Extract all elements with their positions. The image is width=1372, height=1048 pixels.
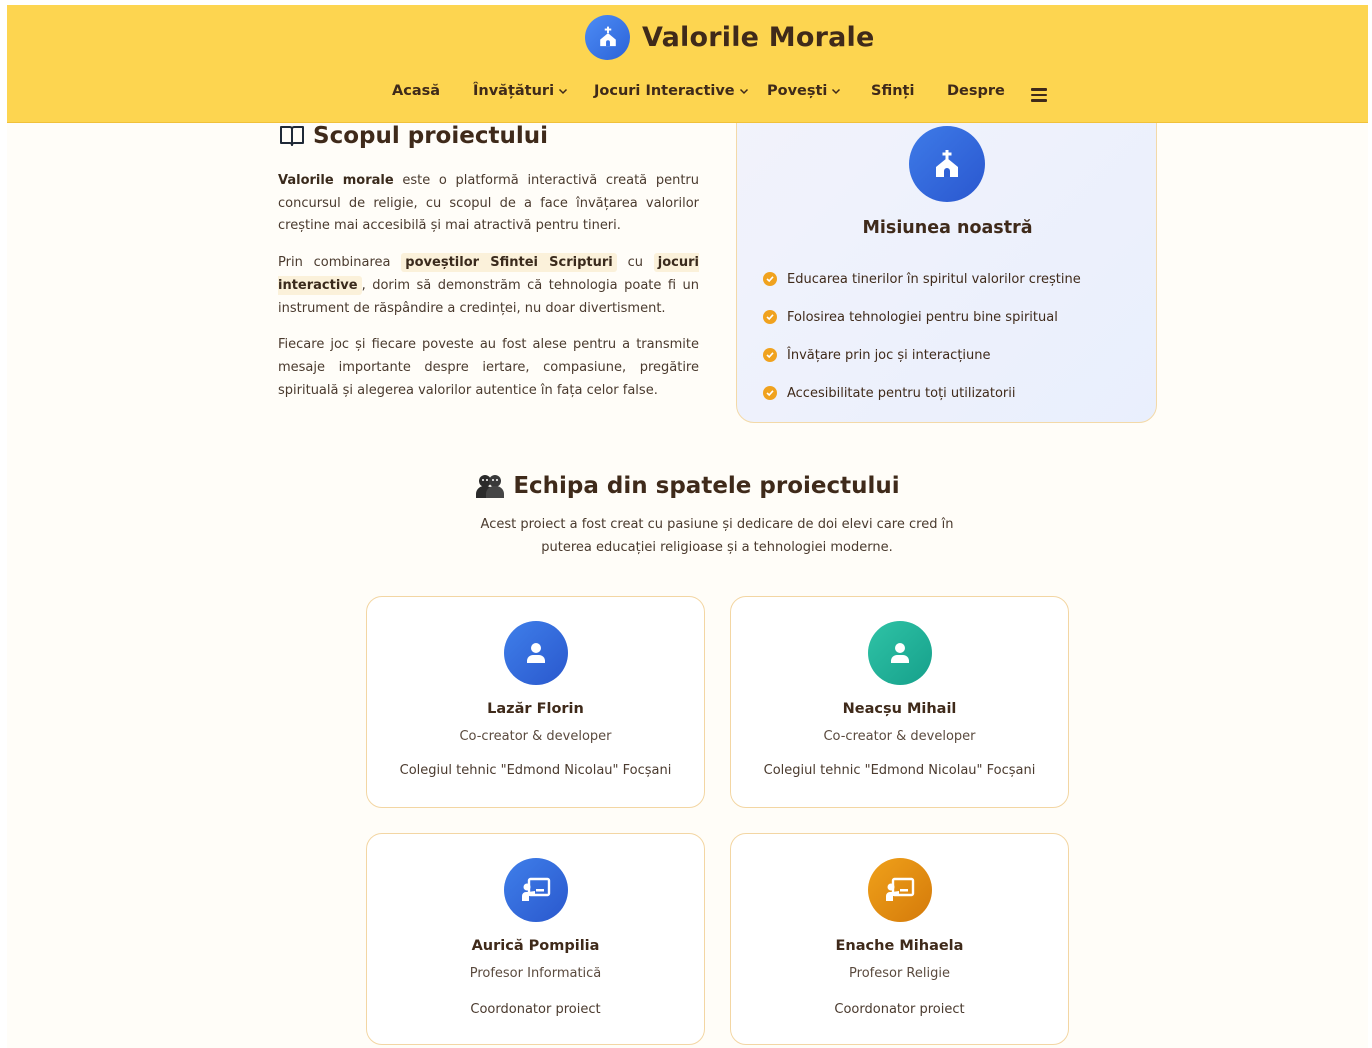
book-icon [280,126,304,146]
member-detail: Coordonator proiect [834,1002,965,1017]
member-name: Lazăr Florin [487,701,584,717]
nav-label: Povești [767,83,828,99]
nav-games[interactable]: Jocuri Interactive [594,83,749,99]
member-role: Co-creator & developer [459,729,612,744]
scope-highlight-stories: poveștilor Sfintei Scripturi [401,253,617,273]
member-name: Enache Mihaela [835,938,964,954]
teacher-icon [868,858,932,922]
nav-saints[interactable]: Sfinți [871,83,914,99]
scope-paragraph-1: Valorile morale este o platformă interac… [278,170,699,238]
site-title: Valorile Morale [642,21,875,53]
chevron-down-icon [832,88,841,95]
member-detail: Colegiul tehnic "Edmond Nicolau" Focșani [763,763,1036,778]
brand[interactable]: Valorile Morale [585,14,875,60]
main-nav: Acasă Învățături Jocuri Interactive Pove… [7,83,1368,107]
scope-paragraph-2: Prin combinarea poveștilor Sfintei Scrip… [278,252,699,320]
chevron-down-icon [739,88,748,95]
mission-item-text: Accesibilitate pentru toți utilizatorii [787,385,1016,401]
team-description: Acest proiect a fost creat cu pasiune și… [480,517,954,555]
mission-item: Educarea tinerilor în spiritul valorilor… [763,260,1081,298]
mission-item: Accesibilitate pentru toți utilizatorii [763,374,1081,412]
member-card: Enache Mihaela Profesor Religie Coordona… [730,833,1069,1045]
nav-label: Sfinți [871,83,915,99]
member-role: Profesor Informatică [469,966,602,981]
scope-p1-bold: Valorile morale [278,173,394,188]
member-role: Profesor Religie [849,966,950,981]
nav-label: Jocuri Interactive [594,83,735,99]
check-icon [763,386,777,400]
member-card: Neacșu Mihail Co-creator & developer Col… [730,596,1069,808]
nav-label: Acasă [392,83,441,99]
user-icon [868,621,932,685]
check-icon [763,310,777,324]
member-card: Lazăr Florin Co-creator & developer Cole… [366,596,705,808]
nav-about[interactable]: Despre [947,83,1005,99]
hamburger-menu-icon[interactable] [1031,88,1047,102]
scope-heading: Scopul proiectului [279,123,548,149]
member-name: Aurică Pompilia [471,938,600,954]
church-icon [909,126,985,202]
mission-item-text: Educarea tinerilor în spiritul valorilor… [787,271,1081,287]
church-icon [585,14,630,60]
mission-item-text: Învățare prin joc și interacțiune [787,347,991,363]
people-icon [476,475,505,498]
nav-label: Despre [947,83,1005,99]
nav-teachings[interactable]: Învățături [473,83,568,99]
nav-label: Învățături [473,83,555,99]
mission-item-text: Folosirea tehnologiei pentru bine spirit… [787,309,1058,325]
member-role: Co-creator & developer [823,729,976,744]
mission-list: Educarea tinerilor în spiritul valorilor… [763,260,1081,412]
member-detail: Colegiul tehnic "Edmond Nicolau" Focșani [399,763,672,778]
page: Scopul proiectului Valorile morale este … [7,5,1368,1048]
mission-item: Folosirea tehnologiei pentru bine spirit… [763,298,1081,336]
mission-title: Misiunea noastră [862,218,1033,238]
nav-home[interactable]: Acasă [392,83,440,99]
scope-text: Valorile morale este o platformă interac… [278,170,699,416]
team-heading: Echipa din spatele proiectului [7,473,1368,499]
mission-card: Misiunea noastră Educarea tinerilor în s… [736,75,1157,423]
scope-paragraph-3: Fiecare joc și fiecare poveste au fost a… [278,337,699,398]
check-icon [763,272,777,286]
site-header: Valorile Morale Acasă Învățături Jocuri … [7,5,1368,123]
scope-title: Scopul proiectului [313,123,548,149]
check-icon [763,348,777,362]
user-icon [504,621,568,685]
mission-item: Învățare prin joc și interacțiune [763,336,1081,374]
scope-p2-start: Prin combinarea [278,255,402,271]
teacher-icon [504,858,568,922]
member-detail: Coordonator proiect [470,1002,601,1017]
scope-p2-mid: cu [616,255,654,271]
member-name: Neacșu Mihail [842,701,957,717]
member-card: Aurică Pompilia Profesor Informatică Coo… [366,833,705,1045]
nav-stories[interactable]: Povești [767,83,841,99]
chevron-down-icon [559,88,568,95]
team-title: Echipa din spatele proiectului [513,473,900,499]
